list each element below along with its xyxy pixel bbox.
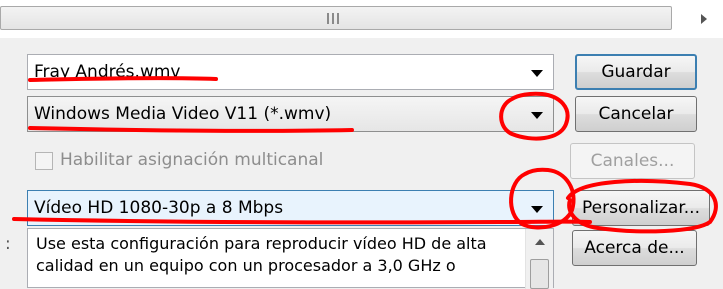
horizontal-scrollbar[interactable] (0, 0, 723, 38)
horizontal-scrollbar-thumb[interactable] (0, 6, 672, 30)
description-textbox[interactable]: Use esta configuración para reproducir v… (27, 228, 554, 289)
file-type-combobox[interactable]: Windows Media Video V11 (*.wmv) (27, 96, 554, 132)
profile-dropdown-icon[interactable] (521, 191, 553, 225)
description-scrollbar-thumb[interactable] (530, 259, 549, 289)
scroll-up-arrow-icon[interactable] (535, 239, 545, 245)
file-type-dropdown-icon[interactable] (521, 97, 553, 131)
multichannel-label: Habilitar asignación multicanal (60, 150, 324, 170)
file-name-value: Fray Andrés.wmv (34, 62, 181, 82)
file-name-dropdown-icon[interactable] (521, 55, 553, 89)
scroll-right-arrow-icon[interactable] (701, 14, 707, 24)
multichannel-checkbox[interactable] (35, 152, 53, 170)
left-edge-marker: : (5, 234, 11, 254)
scrollbar-grip-icon (327, 13, 339, 24)
description-line-1: Use esta configuración para reproducir v… (36, 234, 487, 253)
customize-button[interactable]: Personalizar... (572, 190, 710, 226)
profile-combobox[interactable]: Vídeo HD 1080-30p a 8 Mbps (27, 190, 554, 226)
description-vertical-scrollbar[interactable] (525, 229, 553, 289)
file-name-combobox[interactable]: Fray Andrés.wmv (27, 54, 554, 90)
description-text: Use esta configuración para reproducir v… (36, 233, 514, 277)
channels-button[interactable]: Canales... (570, 143, 695, 179)
file-type-value: Windows Media Video V11 (*.wmv) (34, 104, 332, 124)
save-button[interactable]: Guardar (575, 54, 697, 90)
cancel-button[interactable]: Cancelar (575, 96, 697, 132)
profile-value: Vídeo HD 1080-30p a 8 Mbps (34, 198, 284, 218)
description-line-2: calidad en un equipo con un procesador a… (36, 256, 456, 275)
about-button[interactable]: Acerca de... (572, 230, 697, 266)
